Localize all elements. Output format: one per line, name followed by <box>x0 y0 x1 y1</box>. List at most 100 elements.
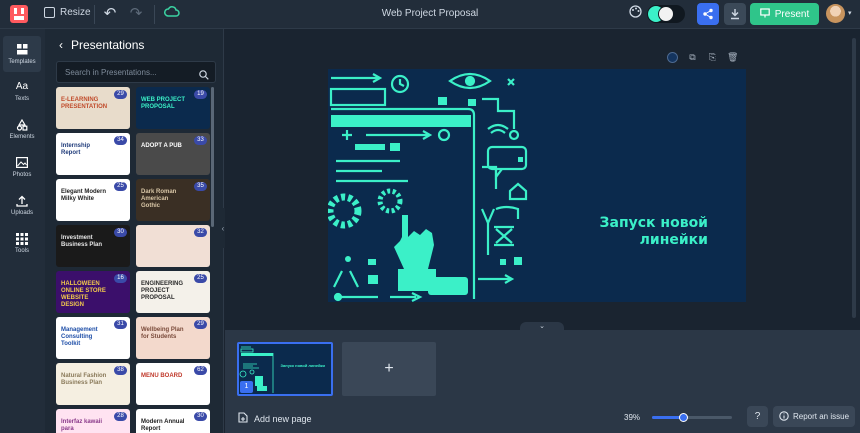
page-count-badge: 32 <box>194 228 207 237</box>
search-input[interactable] <box>57 62 187 83</box>
page-count-badge: 62 <box>194 366 207 375</box>
rail-item-texts[interactable]: Aa Texts <box>3 73 41 109</box>
page-number: 1 <box>240 381 253 393</box>
template-title: Wellbeing Plan for Students <box>141 327 184 340</box>
palette-icon[interactable] <box>626 5 644 23</box>
template-card[interactable]: Natural Fashion Business Plan 38 <box>56 363 130 405</box>
template-card[interactable]: Dark Roman American Gothic 35 <box>136 179 210 221</box>
page-count-badge: 33 <box>194 136 207 145</box>
rail-item-elements[interactable]: Elements <box>3 111 41 147</box>
help-button[interactable]: ? <box>747 406 768 427</box>
template-card[interactable]: Elegant Modern Milky White 25 <box>56 179 130 221</box>
photo-icon <box>16 157 28 169</box>
rail-item-tools[interactable]: Tools <box>3 225 41 261</box>
upload-icon <box>16 195 28 207</box>
canvas-scrollbar[interactable] <box>852 38 856 318</box>
toggle-pages-button[interactable]: ⌄ <box>520 322 564 332</box>
template-title: E-LEARNING PRESENTATION <box>61 97 108 110</box>
thumbnail-heading: Запуск новой линейки <box>280 363 325 368</box>
template-card[interactable]: Wellbeing Plan for Students 29 <box>136 317 210 359</box>
slide-heading[interactable]: Запуск новой линейки <box>576 215 708 249</box>
rail-item-label: Photos <box>12 171 32 178</box>
template-title: MENU BOARD <box>141 373 183 379</box>
template-card[interactable]: Internship Report 34 <box>56 133 130 175</box>
report-issue-label: Report an issue <box>792 412 850 421</box>
page-count-badge: 38 <box>114 366 127 375</box>
template-card[interactable]: HALLOWEEN ONLINE STORE WEBSITE DESIGN 16 <box>56 271 130 313</box>
rail-item-uploads[interactable]: Uploads <box>3 187 41 223</box>
template-title: Natural Fashion Business Plan <box>61 373 107 386</box>
present-label: Present <box>774 8 810 20</box>
editor-app: Resize ↶ ↷ Web Project Proposal Present <box>0 0 860 433</box>
app-logo[interactable] <box>10 5 28 23</box>
template-title: HALLOWEEN ONLINE STORE WEBSITE DESIGN <box>61 281 106 308</box>
divider <box>154 5 155 24</box>
template-title: Interfaz kawaii para <box>61 419 103 432</box>
zoom-value: 39% <box>624 413 641 422</box>
template-card[interactable]: ENGINEERING PROJECT PROPOSAL 25 <box>136 271 210 313</box>
back-icon[interactable]: ‹ <box>59 38 63 52</box>
redo-icon[interactable]: ↷ <box>127 5 145 23</box>
template-card[interactable]: 32 <box>136 225 210 267</box>
add-page-button[interactable]: Add new page <box>238 412 312 425</box>
plus-icon: + <box>384 360 394 377</box>
template-card[interactable]: Modern Annual Report 30 <box>136 409 210 433</box>
template-title: Management Consulting Toolkit <box>61 327 98 347</box>
download-icon <box>731 9 739 20</box>
template-title: WEB PROJECT PROPOSAL <box>141 97 186 110</box>
page-count-badge: 29 <box>114 90 127 99</box>
template-title: Elegant Modern Milky White <box>61 189 107 202</box>
template-card[interactable]: MENU BOARD 62 <box>136 363 210 405</box>
rail-item-label: Tools <box>14 247 29 254</box>
templates-panel: ‹ Presentations E-LEARNING PRESENTATION 2… <box>45 29 224 433</box>
divider <box>94 5 95 24</box>
add-page-tile[interactable]: + <box>342 342 436 396</box>
template-grid: E-LEARNING PRESENTATION 29 WEB PROJECT PRO… <box>56 87 212 433</box>
template-card[interactable]: Management Consulting Toolkit 31 <box>56 317 130 359</box>
report-issue-button[interactable]: Report an issue <box>773 406 855 427</box>
duplicate-icon[interactable]: ⧉ <box>687 52 698 63</box>
rail-item-label: Templates <box>8 58 36 65</box>
cloud-saved-icon[interactable] <box>163 5 181 23</box>
share-icon <box>703 8 713 20</box>
background-color-swatch[interactable] <box>667 52 678 63</box>
page-count-badge: 30 <box>114 228 127 237</box>
template-card[interactable]: Interfaz kawaii para 28 <box>56 409 130 433</box>
resize-button[interactable]: Resize <box>44 7 91 18</box>
present-button[interactable]: Present <box>750 3 819 25</box>
template-card[interactable]: E-LEARNING PRESENTATION 29 <box>56 87 130 129</box>
theme-toggle[interactable] <box>647 5 685 23</box>
rail-item-photos[interactable]: Photos <box>3 149 41 185</box>
template-title: Dark Roman American Gothic <box>141 189 177 209</box>
undo-icon[interactable]: ↶ <box>101 5 119 23</box>
page-count-badge: 25 <box>114 182 127 191</box>
slide-canvas[interactable]: Запуск новой линейки <box>328 69 746 302</box>
present-icon <box>759 7 770 21</box>
avatar[interactable] <box>826 4 845 23</box>
share-button[interactable] <box>697 3 719 25</box>
download-button[interactable] <box>724 3 746 25</box>
page-thumbnail[interactable]: Запуск новой линейки 1 <box>237 342 333 396</box>
panel-title: Presentations <box>71 38 145 52</box>
rail-item-templates[interactable]: Templates <box>3 36 41 72</box>
template-title: Internship Report <box>61 143 91 156</box>
search-icon[interactable] <box>199 67 209 85</box>
add-page-icon <box>238 412 248 425</box>
template-card[interactable]: Investment Business Plan 30 <box>56 225 130 267</box>
document-title[interactable]: Web Project Proposal <box>330 8 530 19</box>
panel-scrollbar[interactable] <box>211 87 214 227</box>
slide-illustration <box>328 72 528 302</box>
template-title: ADOPT A PUB <box>141 143 182 149</box>
template-card[interactable]: ADOPT A PUB 33 <box>136 133 210 175</box>
page-count-badge: 25 <box>194 274 207 283</box>
page-count-badge: 35 <box>194 182 207 191</box>
trash-icon[interactable]: 🗑 <box>727 52 738 63</box>
template-title: Investment Business Plan <box>61 235 103 248</box>
templates-icon <box>16 44 28 56</box>
template-card[interactable]: WEB PROJECT PROPOSAL 19 <box>136 87 210 129</box>
chevron-down-icon: ⌄ <box>539 323 545 330</box>
add-slide-icon[interactable]: ⎘ <box>707 52 718 63</box>
zoom-slider[interactable] <box>652 413 732 422</box>
chevron-down-icon[interactable]: ▾ <box>848 9 852 17</box>
zoom-slider-handle[interactable] <box>678 413 688 422</box>
